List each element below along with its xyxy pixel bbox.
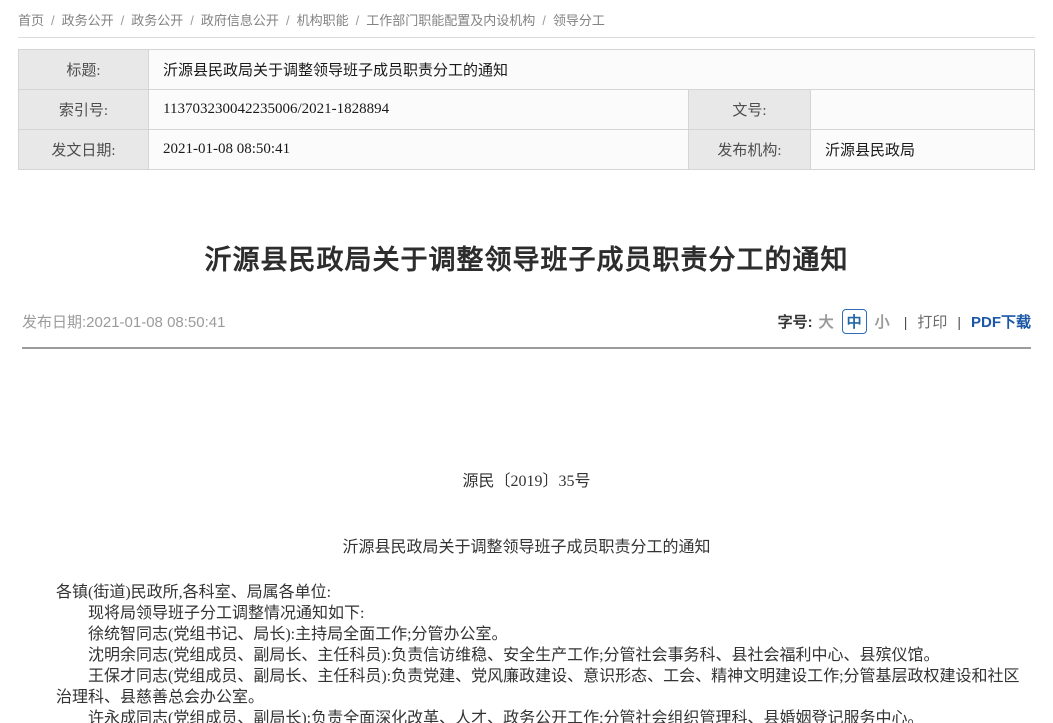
agency-label-cell: 发布机构:	[689, 130, 811, 170]
breadcrumb-separator: /	[542, 13, 546, 28]
breadcrumb-zhengwu-2[interactable]: 政务公开	[131, 13, 183, 28]
paragraph-xuyongcheng: 许永成同志(党组成员、副局长):负责全面深化改革、人才、政务公开工作;分管社会组…	[56, 708, 1033, 723]
print-button[interactable]: 打印	[917, 311, 947, 332]
header-divider	[22, 347, 1031, 349]
index-value-cell: 113703230042235006/2021-1828894	[149, 90, 689, 130]
breadcrumb-separator: /	[190, 13, 194, 28]
breadcrumb-separator: /	[356, 13, 360, 28]
paragraph-salutation: 各镇(街道)民政所,各科室、局属各单位:	[56, 582, 1033, 603]
breadcrumb-dept-config[interactable]: 工作部门职能配置及内设机构	[366, 13, 535, 28]
fontsize-small-button[interactable]: 小	[875, 311, 890, 332]
page-title: 沂源县民政局关于调整领导班子成员职责分工的通知	[18, 238, 1035, 277]
breadcrumb-functions[interactable]: 机构职能	[297, 13, 349, 28]
document-number: 源民〔2019〕35号	[18, 467, 1035, 491]
title-label-cell: 标题:	[19, 50, 149, 90]
breadcrumb-separator: /	[121, 13, 125, 28]
table-row: 发文日期: 2021-01-08 08:50:41 发布机构: 沂源县民政局	[19, 130, 1035, 170]
table-row: 标题: 沂源县民政局关于调整领导班子成员职责分工的通知	[19, 50, 1035, 90]
breadcrumb-leadership[interactable]: 领导分工	[553, 13, 605, 28]
docnum-label-cell: 文号:	[689, 90, 811, 130]
pdf-download-button[interactable]: PDF下载	[971, 311, 1031, 332]
tool-divider: |	[957, 314, 961, 330]
document-content: 源民〔2019〕35号 沂源县民政局关于调整领导班子成员职责分工的通知 各镇(街…	[18, 467, 1035, 723]
paragraph-xutongzhi: 徐统智同志(党组书记、局长):主持局全面工作;分管办公室。	[56, 624, 1033, 645]
breadcrumb-separator: /	[286, 13, 290, 28]
fontsize-large-button[interactable]: 大	[819, 311, 834, 332]
article-meta-row: 发布日期:2021-01-08 08:50:41 字号: 大 中 小 | 打印 …	[18, 309, 1035, 334]
tool-divider: |	[904, 314, 908, 330]
publish-date-value: 2021-01-08 08:50:41	[86, 314, 225, 331]
paragraph-intro: 现将局领导班子分工调整情况通知如下:	[56, 603, 1033, 624]
paragraph-shenmingyu: 沈明余同志(党组成员、副局长、主任科员):负责信访维稳、安全生产工作;分管社会事…	[56, 645, 1033, 666]
document-meta-table: 标题: 沂源县民政局关于调整领导班子成员职责分工的通知 索引号: 1137032…	[18, 49, 1035, 170]
paragraph-wangbaocai: 王保才同志(党组成员、副局长、主任科员):负责党建、党风廉政建设、意识形态、工会…	[56, 666, 1033, 708]
article-tools: 字号: 大 中 小 | 打印 | PDF下载	[778, 309, 1031, 334]
breadcrumb-gov-info[interactable]: 政府信息公开	[201, 13, 279, 28]
fontsize-medium-button[interactable]: 中	[842, 309, 867, 334]
fontsize-label: 字号:	[778, 311, 813, 332]
table-row: 索引号: 113703230042235006/2021-1828894 文号:	[19, 90, 1035, 130]
agency-value-cell: 沂源县民政局	[811, 130, 1035, 170]
breadcrumb: 首页 / 政务公开 / 政务公开 / 政府信息公开 / 机构职能 / 工作部门职能配置及内设机构 / 领…	[18, 0, 1035, 38]
breadcrumb-home[interactable]: 首页	[18, 13, 44, 28]
document-title: 沂源县民政局关于调整领导班子成员职责分工的通知	[18, 533, 1035, 557]
date-value-cell: 2021-01-08 08:50:41	[149, 130, 689, 170]
docnum-value-cell	[811, 90, 1035, 130]
breadcrumb-separator: /	[51, 13, 55, 28]
date-label-cell: 发文日期:	[19, 130, 149, 170]
page: 首页 / 政务公开 / 政务公开 / 政府信息公开 / 机构职能 / 工作部门职能配置及内设机构 / 领…	[0, 0, 1053, 723]
title-value-cell: 沂源县民政局关于调整领导班子成员职责分工的通知	[149, 50, 1035, 90]
publish-date-label: 发布日期:	[22, 314, 86, 331]
index-label-cell: 索引号:	[19, 90, 149, 130]
document-body: 各镇(街道)民政所,各科室、局属各单位: 现将局领导班子分工调整情况通知如下: …	[18, 582, 1035, 723]
breadcrumb-zhengwu-1[interactable]: 政务公开	[62, 13, 114, 28]
publish-date: 发布日期:2021-01-08 08:50:41	[22, 311, 225, 332]
